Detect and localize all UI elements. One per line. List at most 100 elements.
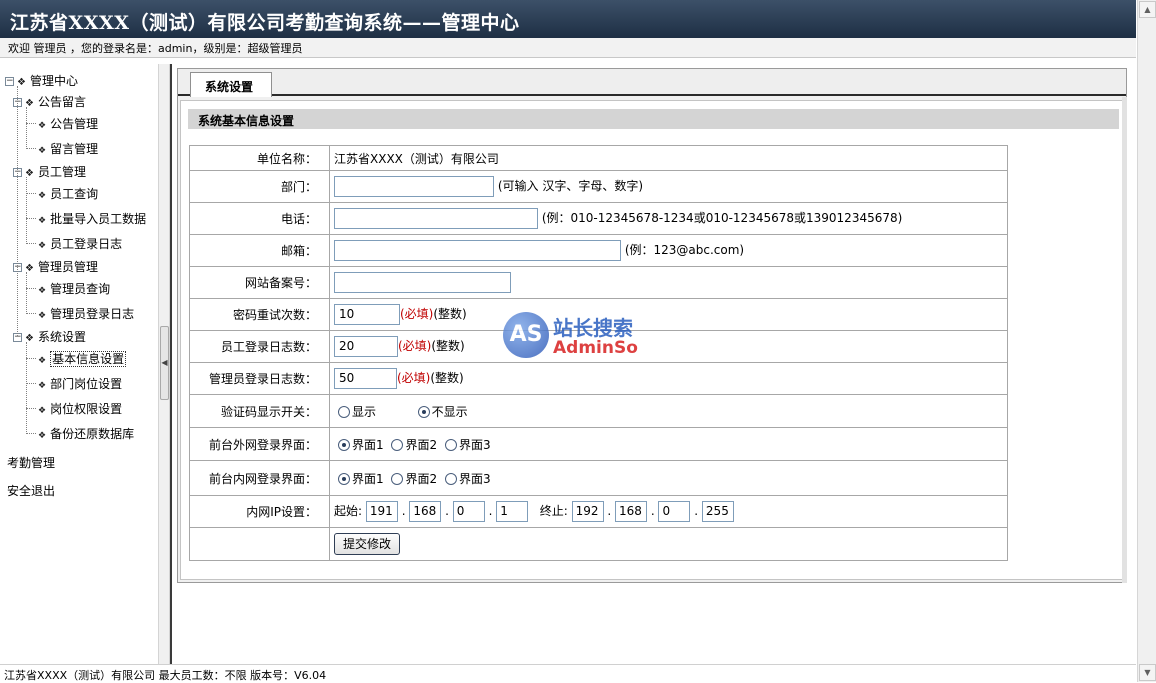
window-scrollbar[interactable]: ▲ ▼ bbox=[1137, 0, 1156, 682]
watermark-en: AdminSo bbox=[553, 338, 638, 358]
sidebar-item-3-1[interactable]: ❖ 部门岗位设置 bbox=[38, 375, 122, 392]
captcha-label: 验证码显示开关： bbox=[189, 394, 330, 428]
sidebar-link-0[interactable]: 考勤管理 bbox=[7, 454, 55, 471]
node-diamond-icon: ❖ bbox=[38, 406, 47, 416]
tree-connector bbox=[26, 358, 36, 359]
outer-ui-2-radio[interactable] bbox=[391, 439, 404, 451]
node-diamond-icon: ❖ bbox=[38, 431, 47, 441]
sidebar-item-2-1[interactable]: ❖ 管理员登录日志 bbox=[38, 305, 134, 322]
tree-connector bbox=[26, 123, 36, 124]
emp-log-type: (整数) bbox=[431, 339, 465, 353]
node-label: 管理员管理 bbox=[37, 260, 98, 274]
dept-input[interactable] bbox=[334, 176, 494, 197]
node-label: 员工管理 bbox=[37, 165, 86, 179]
watermark-logo: AS 站长搜索 AdminSo bbox=[503, 312, 653, 362]
section-title: 系统基本信息设置 bbox=[188, 109, 1119, 129]
frame-divider bbox=[170, 64, 172, 664]
retry-type: (整数) bbox=[433, 307, 467, 321]
inner-ui-2-radio[interactable] bbox=[391, 473, 404, 485]
panel-scrollbar[interactable] bbox=[1122, 97, 1127, 583]
ip-start-3[interactable]: 0 bbox=[452, 501, 485, 522]
phone-input[interactable] bbox=[334, 208, 538, 229]
row-inner-ui: 前台内网登录界面： 界面1 界面2 界面3 bbox=[189, 460, 1008, 496]
retry-input[interactable]: 10 bbox=[334, 304, 400, 325]
dept-hint: (可输入 汉字、字母、数字) bbox=[497, 179, 644, 193]
sidebar-item-2-0[interactable]: ❖ 管理员查询 bbox=[38, 280, 110, 297]
welcome-bar: 欢迎 管理员 ，您的登录名是：admin，级别是：超级管理员 bbox=[0, 38, 1136, 58]
app-header: 江苏省XXXX（测试）有限公司考勤查询系统——管理中心 bbox=[0, 0, 1136, 38]
node-label: 基本信息设置 bbox=[50, 351, 127, 367]
sidebar-splitter[interactable]: ◀ bbox=[158, 64, 170, 664]
captcha-show-radio[interactable] bbox=[338, 406, 350, 418]
captcha-hide-radio[interactable] bbox=[417, 406, 430, 418]
row-company: 单位名称： 江苏省XXXX（测试）有限公司 bbox=[189, 145, 1008, 171]
sidebar-item-0-0[interactable]: ❖ 公告管理 bbox=[38, 115, 98, 132]
retry-label: 密码重试次数： bbox=[189, 298, 330, 331]
collapse-icon[interactable]: − bbox=[5, 77, 14, 86]
admin-log-input[interactable]: 50 bbox=[334, 368, 397, 389]
tree-connector bbox=[26, 408, 36, 409]
ip-start-1[interactable]: 191 bbox=[365, 501, 398, 522]
outer-ui-1-label: 界面1 bbox=[352, 437, 384, 452]
outer-ui-3-label: 界面3 bbox=[458, 437, 491, 452]
watermark-badge: AS bbox=[503, 312, 549, 358]
ip-end-2[interactable]: 168 bbox=[615, 501, 648, 522]
row-icp: 网站备案号： bbox=[189, 266, 1008, 299]
tree-connector bbox=[26, 342, 27, 434]
emp-log-required: (必填) bbox=[398, 339, 432, 353]
submit-button[interactable]: 提交修改 bbox=[334, 533, 401, 555]
ip-end-label: 终止: bbox=[539, 504, 568, 518]
sidebar-item-1-2[interactable]: ❖ 员工登录日志 bbox=[38, 235, 122, 252]
node-diamond-icon: ❖ bbox=[38, 146, 47, 156]
outer-ui-1-radio[interactable] bbox=[338, 439, 350, 451]
row-phone: 电话： (例：010-12345678-1234或010-12345678或13… bbox=[189, 202, 1008, 235]
admin-log-label: 管理员登录日志数： bbox=[189, 362, 330, 395]
row-admin-log: 管理员登录日志数： 50 (必填)(整数) bbox=[189, 362, 1008, 395]
ip-label: 内网IP设置： bbox=[189, 495, 330, 528]
ip-start-4[interactable]: 1 bbox=[496, 501, 529, 522]
inner-ui-3-radio[interactable] bbox=[444, 473, 457, 485]
node-diamond-icon: ❖ bbox=[17, 77, 26, 88]
node-label: 管理员登录日志 bbox=[50, 307, 135, 321]
scroll-down-icon[interactable]: ▼ bbox=[1139, 664, 1156, 681]
sidebar-item-1-0[interactable]: ❖ 员工查询 bbox=[38, 185, 98, 202]
scroll-up-icon[interactable]: ▲ bbox=[1139, 1, 1156, 18]
node-label: 员工登录日志 bbox=[50, 237, 123, 251]
row-ip: 内网IP设置： 起始: 191 . 168 . 0 . 1 终止: 192 . … bbox=[189, 495, 1008, 528]
sidebar-item-0-1[interactable]: ❖ 留言管理 bbox=[38, 140, 98, 157]
icp-input[interactable] bbox=[334, 272, 511, 293]
sidebar-group-3[interactable]: − ❖ 系统设置 bbox=[13, 328, 86, 345]
tree-connector bbox=[26, 433, 36, 434]
admin-log-required: (必填) bbox=[397, 371, 431, 385]
sidebar-item-1-1[interactable]: ❖ 批量导入员工数据 bbox=[38, 210, 146, 227]
sidebar-group-1[interactable]: − ❖ 员工管理 bbox=[13, 163, 86, 180]
inner-ui-label: 前台内网登录界面： bbox=[189, 460, 330, 496]
submit-spacer bbox=[189, 527, 330, 561]
tab-bar bbox=[178, 69, 1126, 96]
email-label: 邮箱： bbox=[189, 234, 330, 267]
emp-log-label: 员工登录日志数： bbox=[189, 330, 330, 363]
sidebar-item-3-0[interactable]: ❖ 基本信息设置 bbox=[38, 350, 127, 367]
outer-ui-3-radio[interactable] bbox=[444, 439, 457, 451]
ip-end-1[interactable]: 192 bbox=[571, 501, 604, 522]
ip-start-2[interactable]: 168 bbox=[409, 501, 442, 522]
sidebar-link-1[interactable]: 安全退出 bbox=[7, 482, 55, 499]
ip-end-4[interactable]: 255 bbox=[701, 501, 734, 522]
node-diamond-icon: ❖ bbox=[38, 216, 47, 226]
tab-system-settings[interactable]: 系统设置 bbox=[190, 72, 272, 97]
sidebar-item-3-2[interactable]: ❖ 岗位权限设置 bbox=[38, 400, 122, 417]
email-input[interactable] bbox=[334, 240, 621, 261]
captcha-hide-label: 不显示 bbox=[431, 404, 468, 419]
sidebar-group-0[interactable]: − ❖ 公告留言 bbox=[13, 93, 86, 110]
emp-log-input[interactable]: 20 bbox=[334, 336, 398, 357]
row-outer-ui: 前台外网登录界面： 界面1 界面2 界面3 bbox=[189, 427, 1008, 461]
sidebar-item-3-3[interactable]: ❖ 备份还原数据库 bbox=[38, 425, 134, 442]
node-label: 留言管理 bbox=[50, 142, 99, 156]
collapse-handle-icon[interactable]: ◀ bbox=[160, 326, 169, 400]
node-diamond-icon: ❖ bbox=[38, 356, 47, 366]
tree-root[interactable]: − ❖ 管理中心 bbox=[5, 72, 78, 89]
ip-end-3[interactable]: 0 bbox=[658, 501, 691, 522]
tree-connector bbox=[26, 243, 36, 244]
inner-ui-1-radio[interactable] bbox=[338, 473, 350, 485]
dept-label: 部门： bbox=[189, 170, 330, 203]
